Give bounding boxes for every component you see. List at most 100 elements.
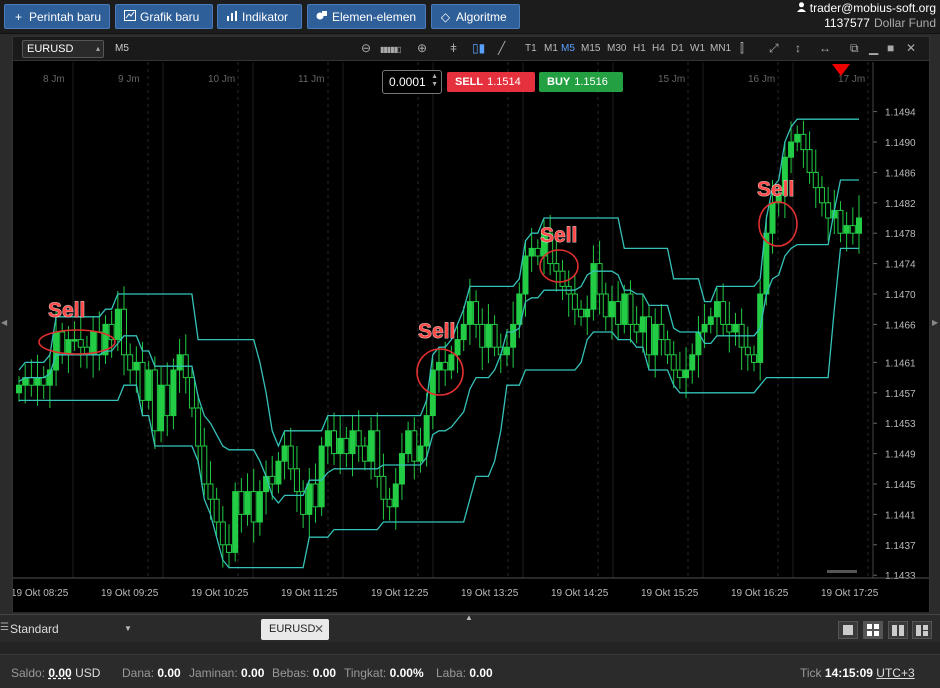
zoom-in-icon[interactable]: ⊕ — [417, 41, 427, 55]
buy-button[interactable]: BUY 1.1516 — [539, 72, 623, 92]
timeframe-d1[interactable]: D1 — [671, 43, 684, 54]
timeframe-m15[interactable]: M15 — [581, 43, 600, 54]
menu-icon[interactable]: ☰ — [0, 622, 9, 633]
candle-body — [324, 430, 331, 447]
layout-select[interactable]: Standard — [10, 622, 59, 636]
algorithm-button[interactable]: ◇ Algoritme — [431, 4, 520, 29]
maximize-icon[interactable]: ■ — [887, 41, 894, 55]
timeframe-m30[interactable]: M30 — [607, 43, 626, 54]
candle-body — [121, 308, 127, 356]
y-tick-label: 1.1437 — [885, 541, 916, 552]
candle-body — [331, 430, 337, 455]
x-tick-label: 19 Okt 11:25 — [281, 588, 338, 599]
elements-button[interactable]: Elemen-elemen — [307, 4, 426, 29]
chevron-down-icon[interactable]: ▼ — [124, 624, 132, 633]
candle-body — [65, 339, 72, 356]
account-number: 1137577 — [824, 16, 870, 30]
sell-button[interactable]: SELL 1.1514 — [447, 72, 535, 92]
candle-body — [485, 323, 492, 348]
left-panel-toggle-icon[interactable]: ◀ — [1, 318, 7, 327]
main-toolbar: + Perintah baru Grafik baru Indikator El… — [0, 0, 940, 34]
candle-body — [676, 369, 683, 379]
close-chart-icon[interactable]: ✕ — [906, 41, 916, 55]
rows-view-button[interactable] — [912, 621, 932, 639]
timezone-select[interactable]: UTC+3 — [876, 666, 914, 680]
lot-size-input[interactable]: 0.0001 ▲ ▼ — [382, 70, 442, 94]
candle-body — [602, 293, 609, 318]
columns-view-button[interactable] — [888, 621, 908, 639]
candle-body — [188, 377, 195, 409]
candle-chart-icon[interactable]: ▯▮ — [472, 41, 485, 55]
candle-body — [596, 263, 603, 295]
day-label: 10 Jm — [208, 74, 235, 85]
zoom-out-icon[interactable]: ⊖ — [361, 41, 371, 55]
timeframe-mn1[interactable]: MN1 — [710, 43, 731, 54]
timeframe-m1[interactable]: M1 — [544, 43, 558, 54]
timeframe-m5[interactable]: M5 — [561, 43, 575, 54]
candle-body — [361, 445, 368, 462]
candle-body — [843, 225, 850, 234]
candle-body — [578, 308, 585, 318]
minimize-icon[interactable]: ▁ — [869, 41, 878, 55]
candle-body — [788, 141, 795, 158]
candle-body — [670, 354, 677, 371]
tab-eurusd[interactable]: EURUSD ✕ — [261, 619, 329, 640]
tab-close-icon[interactable]: ✕ — [314, 619, 324, 640]
expand-icon[interactable]: ⤢ — [769, 41, 779, 56]
candle-body — [720, 301, 727, 325]
candle-body — [621, 293, 628, 325]
account-info[interactable]: trader@mobius-soft.org 1137577 Dollar Fun… — [786, 1, 936, 31]
sell-annotation-label: Sell — [418, 320, 455, 343]
new-order-button[interactable]: + Perintah baru — [4, 4, 110, 29]
y-tick-label: 1.1449 — [885, 450, 916, 461]
horizontal-fit-icon[interactable]: ↔ — [819, 41, 831, 55]
y-tick-label: 1.1474 — [885, 260, 916, 271]
grid-view-button[interactable] — [863, 621, 883, 639]
x-tick-label: 19 Okt 15:25 — [641, 588, 699, 599]
plus-icon: + — [14, 9, 22, 24]
candle-body — [812, 171, 819, 189]
lot-spinner-icon[interactable]: ▲ ▼ — [431, 73, 438, 89]
candle-body — [343, 437, 350, 455]
candle-body — [398, 453, 405, 485]
candle-body — [751, 354, 757, 363]
candlestick-chart[interactable]: 8 Jm9 Jm10 Jm11 Jm12 Jm13 Jm14 Jm15 Jm16… — [11, 62, 929, 612]
laba-item: Laba: 0.00 — [436, 666, 493, 680]
candle-body — [683, 369, 690, 379]
x-tick-label: 19 Okt 13:25 — [461, 588, 519, 599]
candle-body — [281, 445, 288, 462]
candle-body — [794, 133, 801, 143]
timeframe-t1[interactable]: T1 — [525, 43, 537, 54]
symbol-select[interactable]: EURUSD ▴▾ — [22, 40, 104, 69]
timeframe-h4[interactable]: H4 — [652, 43, 665, 54]
y-tick-label: 1.1453 — [885, 419, 916, 430]
detach-icon[interactable]: ⧉ — [850, 41, 859, 56]
scroll-handle[interactable] — [827, 570, 857, 573]
tab-eurusd-label: EURUSD — [269, 623, 316, 635]
single-view-button[interactable] — [838, 621, 858, 639]
bar-chart-icon[interactable]: ǂ — [450, 41, 457, 55]
candle-body — [195, 407, 202, 447]
day-label: 15 Jm — [658, 74, 685, 85]
y-tick-label: 1.1482 — [885, 199, 916, 210]
candle-body — [386, 498, 393, 508]
candle-body — [849, 225, 856, 234]
right-panel-toggle-icon[interactable]: ▶ — [932, 318, 938, 327]
plot-area[interactable]: 8 Jm9 Jm10 Jm11 Jm12 Jm13 Jm14 Jm15 Jm16… — [11, 62, 929, 612]
timeframe-h1[interactable]: H1 — [633, 43, 646, 54]
panel-expand-icon[interactable]: ▲ — [465, 613, 473, 622]
buy-price: 1.1516 — [574, 76, 608, 88]
vertical-fit-icon[interactable]: ↕ — [795, 41, 801, 55]
line-chart-icon[interactable]: ╱ — [498, 41, 505, 55]
candle-body — [689, 354, 696, 371]
y-tick-label: 1.1494 — [885, 108, 916, 119]
saldo-value[interactable]: 0.00 — [48, 666, 71, 680]
timeframe-w1[interactable]: W1 — [690, 43, 705, 54]
candle-body — [355, 430, 362, 447]
status-bar: Saldo: 0.00 USD Dana: 0.00 Jaminan: 0.00… — [0, 654, 940, 688]
zoom-level-icon: ▮▮▮▮▮▯ — [380, 45, 401, 54]
new-chart-button[interactable]: Grafik baru — [115, 4, 213, 29]
indicator-button[interactable]: Indikator — [217, 4, 302, 29]
chart-settings-icon[interactable]: ⫿ — [740, 41, 744, 56]
candle-body — [479, 323, 486, 348]
